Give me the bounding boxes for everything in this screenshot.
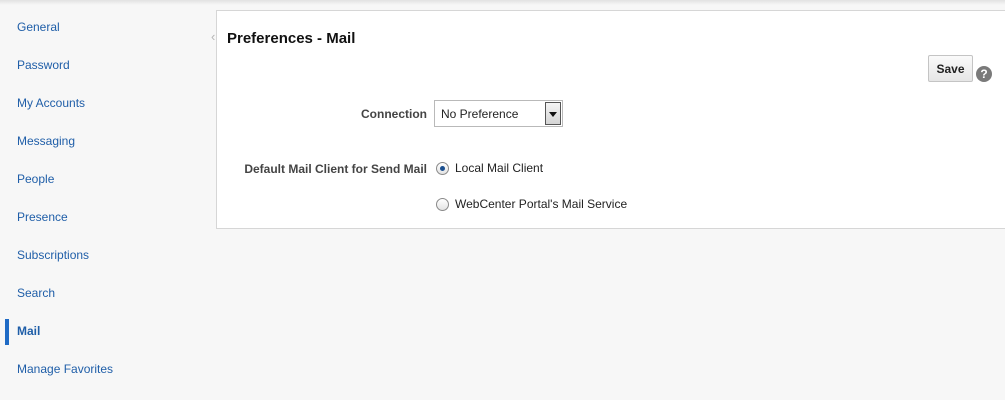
mail-preferences-panel: Preferences - Mail Save ? Connection No … xyxy=(216,10,1005,229)
sidebar-item-label: General xyxy=(17,20,60,34)
chevron-left-icon[interactable]: ‹ xyxy=(211,30,219,44)
connection-select[interactable]: No Preference xyxy=(434,100,563,127)
sidebar-item-label: Presence xyxy=(17,210,68,224)
dropdown-arrow-icon[interactable] xyxy=(545,102,561,125)
sidebar-item-label: Manage Favorites xyxy=(17,362,114,376)
preferences-sidebar: General Password My Accounts Messaging P… xyxy=(0,8,200,388)
mail-client-label: Default Mail Client for Send Mail xyxy=(244,162,427,176)
sidebar-item-label: My Accounts xyxy=(17,96,86,110)
page-title: Preferences - Mail xyxy=(227,30,356,47)
sidebar-item-label: Search xyxy=(17,286,56,300)
sidebar-item-people[interactable]: People xyxy=(0,160,200,198)
sidebar-item-general[interactable]: General xyxy=(0,8,200,46)
connection-label: Connection xyxy=(361,107,427,121)
sidebar-item-mail[interactable]: Mail xyxy=(0,312,200,350)
sidebar-item-search[interactable]: Search xyxy=(0,274,200,312)
active-indicator xyxy=(5,319,9,345)
radio-unchecked-icon[interactable] xyxy=(436,198,449,211)
sidebar-item-my-accounts[interactable]: My Accounts xyxy=(0,84,200,122)
help-icon[interactable]: ? xyxy=(976,66,992,82)
sidebar-item-label: Subscriptions xyxy=(17,248,90,262)
save-button[interactable]: Save xyxy=(928,55,973,82)
sidebar-item-label: People xyxy=(17,172,55,186)
sidebar-item-messaging[interactable]: Messaging xyxy=(0,122,200,160)
sidebar-item-manage-favorites[interactable]: Manage Favorites xyxy=(0,350,200,388)
radio-checked-icon[interactable] xyxy=(436,162,449,175)
sidebar-item-password[interactable]: Password xyxy=(0,46,200,84)
radio-label: Local Mail Client xyxy=(455,161,544,175)
sidebar-item-label: Mail xyxy=(17,324,41,338)
top-shadow xyxy=(0,0,1005,5)
radio-label: WebCenter Portal's Mail Service xyxy=(455,197,628,211)
sidebar-item-subscriptions[interactable]: Subscriptions xyxy=(0,236,200,274)
sidebar-item-label: Messaging xyxy=(17,134,76,148)
sidebar-item-presence[interactable]: Presence xyxy=(0,198,200,236)
sidebar-item-label: Password xyxy=(17,58,70,72)
connection-selected-value: No Preference xyxy=(441,107,519,121)
